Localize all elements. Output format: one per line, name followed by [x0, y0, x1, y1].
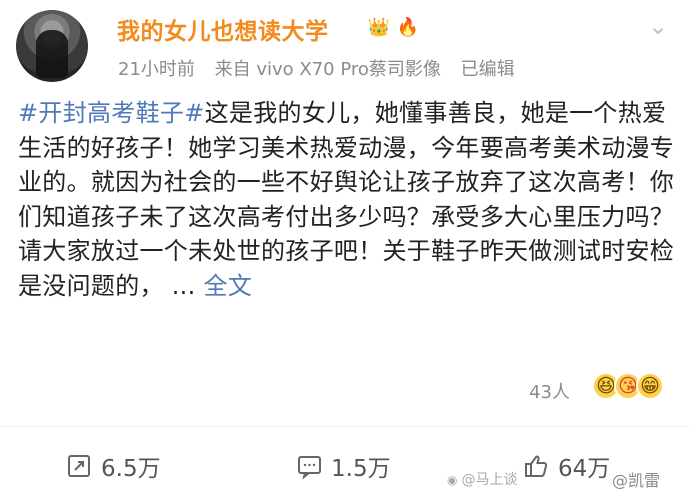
user-avatar[interactable] — [16, 10, 88, 82]
like-button[interactable]: 64万 — [522, 449, 610, 483]
flame-badge-icon: 🔥 — [396, 17, 420, 38]
post-text: 这是我的女儿，她懂事善良，她是一个热爱生活的好孩子！她学习美术热爱动漫，今年要高… — [18, 99, 675, 300]
user-name[interactable]: 我的女儿也想读大学 — [117, 12, 329, 46]
reaction-icons[interactable]: 😆 😘 😁 — [592, 372, 664, 400]
like-count: 64万 — [558, 456, 611, 482]
full-text-link[interactable]: 全文 — [204, 272, 253, 300]
user-badges: 👑 🔥 — [367, 16, 420, 40]
post-time: 21小时前 — [118, 59, 195, 80]
post-meta: 21小时前 来自 vivo X70 Pro蔡司影像 已编辑 — [118, 55, 529, 81]
like-icon — [522, 452, 550, 480]
grinning-face-icon: 😁 — [636, 372, 664, 400]
post-source: 来自 vivo X70 Pro蔡司影像 — [214, 59, 441, 80]
share-icon — [65, 452, 93, 480]
reaction-count[interactable]: 43人 — [529, 378, 570, 404]
repost-button[interactable]: 6.5万 — [65, 449, 161, 483]
weibo-watermark-icon: ◉ — [447, 473, 458, 487]
post-edited: 已编辑 — [460, 59, 515, 80]
action-divider — [0, 426, 690, 427]
chevron-down-icon[interactable]: ⌄ — [644, 12, 672, 40]
watermark-right: @凯雷 — [612, 471, 661, 490]
comment-button[interactable]: 1.5万 — [295, 449, 391, 483]
topic-link[interactable]: #开封高考鞋子# — [18, 99, 205, 127]
crown-badge-icon: 👑 — [367, 17, 391, 38]
post-ellipsis: ... — [171, 271, 196, 300]
watermark-left: ◉ @马上谈 — [447, 472, 518, 488]
post-body: #开封高考鞋子#这是我的女儿，她懂事善良，她是一个热爱生活的好孩子！她学习美术热… — [18, 96, 678, 303]
comment-count: 1.5万 — [331, 456, 391, 482]
avatar-figure — [36, 30, 68, 78]
comment-icon — [295, 452, 323, 480]
repost-count: 6.5万 — [101, 456, 161, 482]
